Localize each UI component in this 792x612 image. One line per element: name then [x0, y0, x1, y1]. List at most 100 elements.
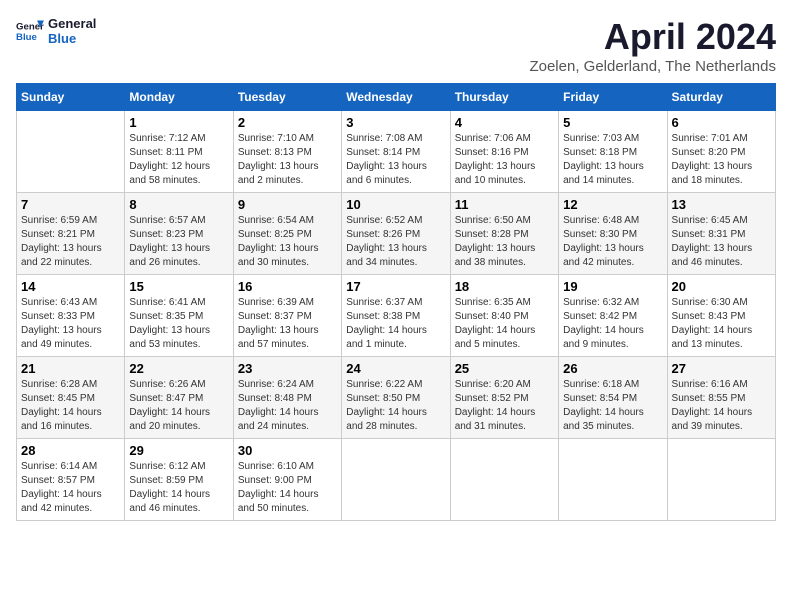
- day-info: Sunrise: 6:12 AMSunset: 8:59 PMDaylight:…: [129, 460, 228, 516]
- day-info: Sunrise: 6:18 AMSunset: 8:54 PMDaylight:…: [563, 378, 662, 434]
- calendar-body: 1 Sunrise: 7:12 AMSunset: 8:11 PMDaylight…: [17, 111, 776, 521]
- header-thursday: Thursday: [450, 84, 558, 111]
- calendar-cell: [342, 439, 450, 521]
- day-number: 10: [346, 197, 445, 212]
- day-info: Sunrise: 6:28 AMSunset: 8:45 PMDaylight:…: [21, 378, 120, 434]
- logo-line2: Blue: [48, 31, 96, 46]
- day-info: Sunrise: 6:26 AMSunset: 8:47 PMDaylight:…: [129, 378, 228, 434]
- calendar-cell: [17, 111, 125, 193]
- day-number: 28: [21, 443, 120, 458]
- day-info: Sunrise: 6:48 AMSunset: 8:30 PMDaylight:…: [563, 214, 662, 270]
- logo-line1: General: [48, 16, 96, 31]
- day-info: Sunrise: 6:14 AMSunset: 8:57 PMDaylight:…: [21, 460, 120, 516]
- calendar-cell: 30 Sunrise: 6:10 AMSunset: 9:00 PMDayligh…: [233, 439, 341, 521]
- calendar-cell: 17 Sunrise: 6:37 AMSunset: 8:38 PMDayligh…: [342, 275, 450, 357]
- day-number: 14: [21, 279, 120, 294]
- header-row: Sunday Monday Tuesday Wednesday Thursday…: [17, 84, 776, 111]
- day-info: Sunrise: 6:43 AMSunset: 8:33 PMDaylight:…: [21, 296, 120, 352]
- calendar-week-3: 14 Sunrise: 6:43 AMSunset: 8:33 PMDayligh…: [17, 275, 776, 357]
- day-info: Sunrise: 7:03 AMSunset: 8:18 PMDaylight:…: [563, 132, 662, 188]
- day-number: 20: [672, 279, 771, 294]
- calendar-cell: 8 Sunrise: 6:57 AMSunset: 8:23 PMDaylight…: [125, 193, 233, 275]
- header-monday: Monday: [125, 84, 233, 111]
- day-number: 25: [455, 361, 554, 376]
- calendar-cell: 11Sunrise: 6:50 AMSunset: 8:28 PMDayligh…: [450, 193, 558, 275]
- calendar-cell: [450, 439, 558, 521]
- day-number: 6: [672, 115, 771, 130]
- day-number: 21: [21, 361, 120, 376]
- calendar-cell: 9Sunrise: 6:54 AMSunset: 8:25 PMDaylight…: [233, 193, 341, 275]
- day-number: 22: [129, 361, 228, 376]
- calendar-cell: 18 Sunrise: 6:35 AMSunset: 8:40 PMDayligh…: [450, 275, 558, 357]
- calendar-cell: [667, 439, 775, 521]
- day-number: 4: [455, 115, 554, 130]
- day-number: 17: [346, 279, 445, 294]
- calendar-cell: 5 Sunrise: 7:03 AMSunset: 8:18 PMDaylight…: [559, 111, 667, 193]
- day-number: 27: [672, 361, 771, 376]
- day-info: Sunrise: 6:37 AMSunset: 8:38 PMDaylight:…: [346, 296, 445, 352]
- day-number: 26: [563, 361, 662, 376]
- calendar-subtitle: Zoelen, Gelderland, The Netherlands: [529, 58, 776, 75]
- calendar-table: Sunday Monday Tuesday Wednesday Thursday…: [16, 83, 776, 521]
- day-number: 15: [129, 279, 228, 294]
- day-info: Sunrise: 7:01 AMSunset: 8:20 PMDaylight:…: [672, 132, 771, 188]
- calendar-cell: 28 Sunrise: 6:14 AMSunset: 8:57 PMDayligh…: [17, 439, 125, 521]
- calendar-cell: 24 Sunrise: 6:22 AMSunset: 8:50 PMDayligh…: [342, 357, 450, 439]
- calendar-cell: 14 Sunrise: 6:43 AMSunset: 8:33 PMDayligh…: [17, 275, 125, 357]
- day-info: Sunrise: 6:39 AMSunset: 8:37 PMDaylight:…: [238, 296, 337, 352]
- calendar-cell: [559, 439, 667, 521]
- calendar-cell: 22 Sunrise: 6:26 AMSunset: 8:47 PMDayligh…: [125, 357, 233, 439]
- calendar-cell: 3Sunrise: 7:08 AMSunset: 8:14 PMDaylight…: [342, 111, 450, 193]
- day-info: Sunrise: 6:16 AMSunset: 8:55 PMDaylight:…: [672, 378, 771, 434]
- day-info: Sunrise: 6:50 AMSunset: 8:28 PMDaylight:…: [455, 214, 554, 270]
- day-info: Sunrise: 6:57 AMSunset: 8:23 PMDaylight:…: [129, 214, 228, 270]
- calendar-cell: 29 Sunrise: 6:12 AMSunset: 8:59 PMDayligh…: [125, 439, 233, 521]
- day-info: Sunrise: 6:24 AMSunset: 8:48 PMDaylight:…: [238, 378, 337, 434]
- calendar-week-5: 28 Sunrise: 6:14 AMSunset: 8:57 PMDayligh…: [17, 439, 776, 521]
- day-number: 29: [129, 443, 228, 458]
- day-info: Sunrise: 6:10 AMSunset: 9:00 PMDaylight:…: [238, 460, 337, 516]
- day-info: Sunrise: 6:30 AMSunset: 8:43 PMDaylight:…: [672, 296, 771, 352]
- day-info: Sunrise: 6:59 AMSunset: 8:21 PMDaylight:…: [21, 214, 120, 270]
- day-number: 9: [238, 197, 337, 212]
- day-info: Sunrise: 7:06 AMSunset: 8:16 PMDaylight:…: [455, 132, 554, 188]
- svg-text:Blue: Blue: [16, 32, 37, 43]
- day-number: 23: [238, 361, 337, 376]
- calendar-cell: 10Sunrise: 6:52 AMSunset: 8:26 PMDayligh…: [342, 193, 450, 275]
- day-info: Sunrise: 6:35 AMSunset: 8:40 PMDaylight:…: [455, 296, 554, 352]
- day-number: 30: [238, 443, 337, 458]
- day-info: Sunrise: 6:20 AMSunset: 8:52 PMDaylight:…: [455, 378, 554, 434]
- day-number: 8: [129, 197, 228, 212]
- header-saturday: Saturday: [667, 84, 775, 111]
- calendar-header: Sunday Monday Tuesday Wednesday Thursday…: [17, 84, 776, 111]
- calendar-cell: 27 Sunrise: 6:16 AMSunset: 8:55 PMDayligh…: [667, 357, 775, 439]
- day-number: 24: [346, 361, 445, 376]
- calendar-cell: 4 Sunrise: 7:06 AMSunset: 8:16 PMDaylight…: [450, 111, 558, 193]
- calendar-cell: 25 Sunrise: 6:20 AMSunset: 8:52 PMDayligh…: [450, 357, 558, 439]
- day-number: 18: [455, 279, 554, 294]
- day-number: 7: [21, 197, 120, 212]
- header-wednesday: Wednesday: [342, 84, 450, 111]
- logo-icon: General Blue: [16, 17, 44, 45]
- day-number: 5: [563, 115, 662, 130]
- header-sunday: Sunday: [17, 84, 125, 111]
- day-info: Sunrise: 6:22 AMSunset: 8:50 PMDaylight:…: [346, 378, 445, 434]
- day-number: 2: [238, 115, 337, 130]
- calendar-week-2: 7 Sunrise: 6:59 AMSunset: 8:21 PMDaylight…: [17, 193, 776, 275]
- logo: General Blue General Blue: [16, 16, 96, 46]
- day-number: 1: [129, 115, 228, 130]
- header-friday: Friday: [559, 84, 667, 111]
- calendar-cell: 23 Sunrise: 6:24 AMSunset: 8:48 PMDayligh…: [233, 357, 341, 439]
- day-info: Sunrise: 6:32 AMSunset: 8:42 PMDaylight:…: [563, 296, 662, 352]
- calendar-cell: 20 Sunrise: 6:30 AMSunset: 8:43 PMDayligh…: [667, 275, 775, 357]
- day-info: Sunrise: 7:10 AMSunset: 8:13 PMDaylight:…: [238, 132, 337, 188]
- calendar-cell: 7 Sunrise: 6:59 AMSunset: 8:21 PMDaylight…: [17, 193, 125, 275]
- calendar-cell: 13Sunrise: 6:45 AMSunset: 8:31 PMDayligh…: [667, 193, 775, 275]
- page-header: General Blue General Blue April 2024 Zoe…: [16, 16, 776, 75]
- day-info: Sunrise: 6:41 AMSunset: 8:35 PMDaylight:…: [129, 296, 228, 352]
- day-number: 3: [346, 115, 445, 130]
- day-info: Sunrise: 7:12 AMSunset: 8:11 PMDaylight:…: [129, 132, 228, 188]
- day-number: 19: [563, 279, 662, 294]
- calendar-cell: 26 Sunrise: 6:18 AMSunset: 8:54 PMDayligh…: [559, 357, 667, 439]
- calendar-title: April 2024: [529, 16, 776, 58]
